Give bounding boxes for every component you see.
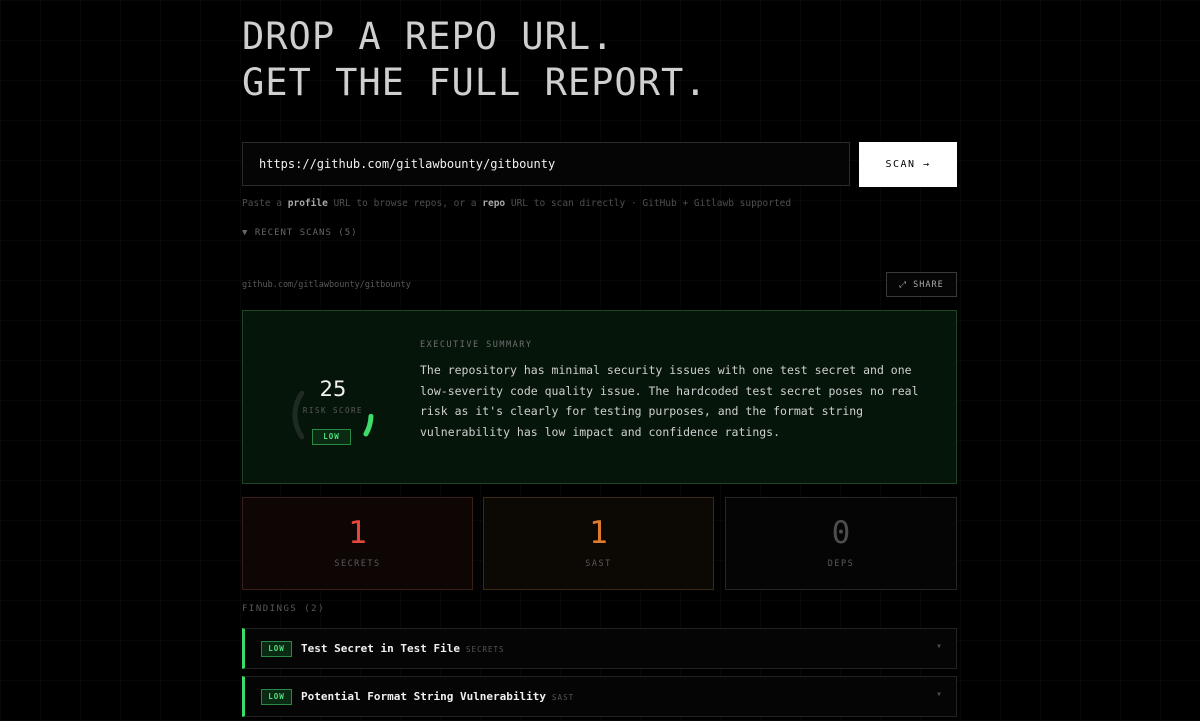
chevron-down-icon[interactable]: ▾ bbox=[936, 641, 942, 652]
stat-sast-label: SAST bbox=[585, 559, 612, 569]
scan-button[interactable]: SCAN → bbox=[859, 142, 957, 187]
url-hint: Paste a profile URL to browse repos, or … bbox=[242, 198, 792, 209]
hero-heading: DROP A REPO URL. GET THE FULL REPORT. bbox=[242, 14, 708, 106]
stat-deps: 0 DEPS bbox=[725, 497, 957, 590]
finding-title: Test Secret in Test File SECRETS bbox=[301, 642, 505, 655]
stat-secrets-label: SECRETS bbox=[334, 559, 381, 569]
risk-score-value: 25 bbox=[319, 377, 347, 401]
finding-title: Potential Format String Vulnerability SAS… bbox=[301, 690, 575, 703]
hero-line-1: DROP A REPO URL. bbox=[242, 15, 615, 58]
stat-sast-value: 1 bbox=[589, 515, 608, 551]
stat-secrets-value: 1 bbox=[348, 515, 367, 551]
stat-deps-label: DEPS bbox=[827, 559, 855, 569]
hero-line-2: GET THE FULL REPORT. bbox=[242, 61, 708, 104]
chevron-down-icon[interactable]: ▾ bbox=[936, 689, 942, 700]
executive-summary-label: EXECUTIVE SUMMARY bbox=[420, 340, 533, 350]
executive-summary-card: 25 RISK SCORE LOW EXECUTIVE SUMMARY The … bbox=[242, 310, 957, 484]
stat-deps-value: 0 bbox=[831, 515, 851, 551]
gauge-fill bbox=[363, 413, 374, 437]
finding-row[interactable]: LOW Test Secret in Test File SECRETS ▾ bbox=[242, 628, 957, 669]
finding-category: SECRETS bbox=[465, 645, 505, 654]
stat-sast: 1 SAST bbox=[483, 497, 714, 590]
finding-row[interactable]: LOW Potential Format String Vulnerabilit… bbox=[242, 676, 957, 717]
recent-scans-toggle[interactable]: ▼ RECENT SCANS (5) bbox=[242, 228, 358, 238]
risk-score-label: RISK SCORE bbox=[302, 406, 364, 415]
stat-secrets: 1 SECRETS bbox=[242, 497, 473, 590]
share-button[interactable]: ⤢ SHARE bbox=[886, 272, 957, 297]
finding-severity-badge: LOW bbox=[261, 641, 292, 657]
finding-category: SAST bbox=[552, 693, 575, 702]
executive-summary-text: The repository has minimal security issu… bbox=[420, 363, 919, 439]
risk-level-badge: LOW bbox=[312, 429, 351, 445]
repo-path: github.com/gitlawbounty/gitbounty bbox=[242, 280, 411, 290]
findings-title: FINDINGS (2) bbox=[242, 604, 326, 614]
repo-url-input[interactable] bbox=[242, 142, 850, 186]
finding-severity-badge: LOW bbox=[261, 689, 292, 705]
